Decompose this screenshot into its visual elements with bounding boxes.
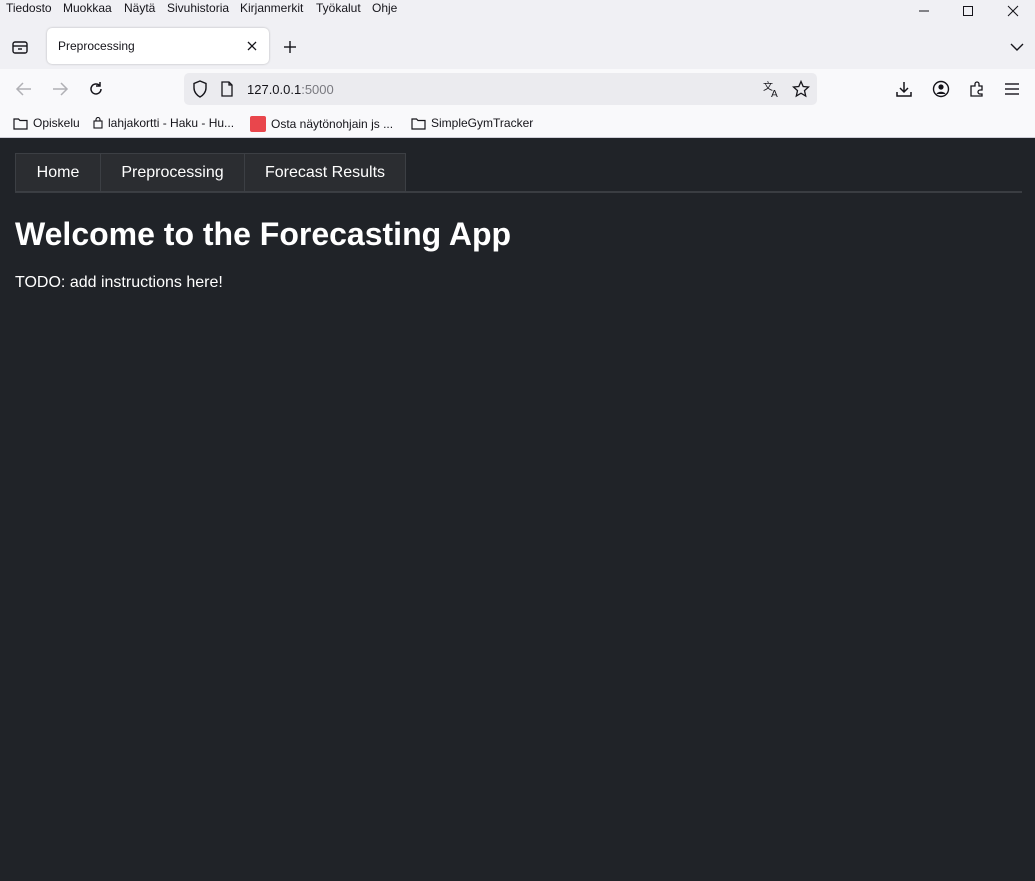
menu-bar: Tiedosto Muokkaa Näytä Sivuhistoria Kirj… <box>0 0 1035 20</box>
forward-icon[interactable] <box>48 77 72 101</box>
menu-bookmarks[interactable]: Kirjanmerkit <box>240 1 303 15</box>
tab-title: Preprocessing <box>58 39 135 53</box>
menu-view[interactable]: Näytä <box>124 1 155 15</box>
bookmark-label: SimpleGymTracker <box>431 116 534 130</box>
download-icon[interactable] <box>892 77 916 101</box>
nav-tab-preprocessing[interactable]: Preprocessing <box>100 153 245 192</box>
browser-chrome: Tiedosto Muokkaa Näytä Sivuhistoria Kirj… <box>0 0 1035 138</box>
navigation-bar: 127.0.0.1:5000 文A <box>0 69 1035 110</box>
hamburger-menu-icon[interactable] <box>1000 77 1024 101</box>
bookmark-osta-naytonohjain[interactable]: Osta näytönohjain js ... <box>250 116 393 132</box>
bag-icon <box>93 117 103 129</box>
tab-list-icon[interactable] <box>8 35 32 59</box>
bookmark-label: Opiskelu <box>33 116 80 130</box>
bookmark-opiskelu[interactable]: Opiskelu <box>13 116 80 130</box>
active-tab[interactable]: Preprocessing <box>47 28 269 64</box>
page-icon[interactable] <box>215 77 239 101</box>
tab-strip: Preprocessing <box>0 24 1035 68</box>
bookmark-label: Osta näytönohjain js ... <box>271 117 394 131</box>
page-content: Home Preprocessing Forecast Results Welc… <box>0 138 1035 881</box>
intro-text: TODO: add instructions here! <box>15 274 223 291</box>
menu-help[interactable]: Ohje <box>372 1 397 15</box>
folder-icon <box>411 117 426 130</box>
menu-edit[interactable]: Muokkaa <box>63 1 112 15</box>
nav-tab-home[interactable]: Home <box>15 153 101 192</box>
bookmarks-bar: Opiskelu lahjakortti - Haku - Hu... Osta… <box>0 110 1035 137</box>
url-text[interactable]: 127.0.0.1:5000 <box>247 82 334 97</box>
menu-file[interactable]: Tiedosto <box>6 1 52 15</box>
window-close-icon[interactable] <box>1003 2 1023 20</box>
tab-close-icon[interactable] <box>244 38 260 54</box>
tori-favicon <box>250 116 266 132</box>
site-nav-tabs: Home Preprocessing Forecast Results <box>15 153 1022 193</box>
account-icon[interactable] <box>929 77 953 101</box>
page-title: Welcome to the Forecasting App <box>15 216 512 252</box>
bookmark-lahjakortti[interactable]: lahjakortti - Haku - Hu... <box>93 116 234 130</box>
nav-tab-forecast-results[interactable]: Forecast Results <box>244 153 406 192</box>
svg-text:A: A <box>771 89 778 98</box>
bookmark-label: lahjakortti - Haku - Hu... <box>108 116 235 130</box>
extensions-icon[interactable] <box>965 77 989 101</box>
new-tab-icon[interactable] <box>278 35 302 59</box>
url-bar[interactable]: 127.0.0.1:5000 文A <box>184 73 817 105</box>
menu-tools[interactable]: Työkalut <box>316 1 361 15</box>
minimize-icon[interactable] <box>914 2 934 20</box>
chevron-down-icon[interactable] <box>1005 35 1029 59</box>
menu-history[interactable]: Sivuhistoria <box>167 1 229 15</box>
maximize-icon[interactable] <box>958 2 978 20</box>
shield-icon[interactable] <box>188 77 212 101</box>
bookmark-simplegymtracker[interactable]: SimpleGymTracker <box>411 116 533 130</box>
star-icon[interactable] <box>789 77 813 101</box>
translate-icon[interactable]: 文A <box>760 77 784 101</box>
back-icon[interactable] <box>12 77 36 101</box>
reload-icon[interactable] <box>84 77 108 101</box>
folder-icon <box>13 117 28 130</box>
